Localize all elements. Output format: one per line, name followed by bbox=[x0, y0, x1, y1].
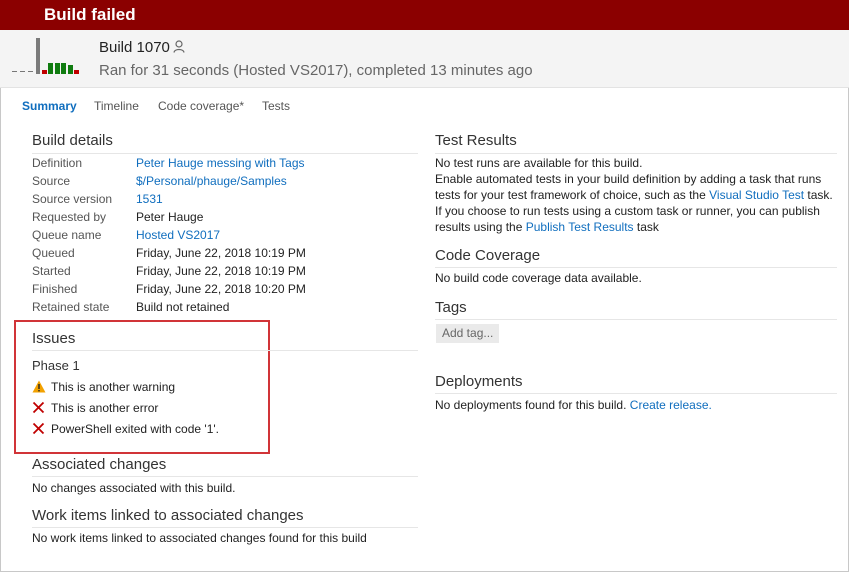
deployments-heading: Deployments bbox=[435, 373, 523, 390]
issues-heading: Issues bbox=[32, 330, 76, 347]
build-details-heading: Build details bbox=[32, 132, 113, 149]
detail-label: Started bbox=[32, 264, 71, 278]
error-icon bbox=[32, 422, 45, 435]
section-divider bbox=[32, 350, 418, 351]
build-history-chart[interactable] bbox=[12, 36, 82, 74]
history-bar-succeeded[interactable] bbox=[48, 63, 53, 74]
section-divider bbox=[32, 153, 418, 154]
section-divider bbox=[32, 527, 418, 528]
deployments-line: No deployments found for this build. Cre… bbox=[435, 397, 712, 413]
tags-heading: Tags bbox=[435, 299, 467, 316]
issues-phase: Phase 1 bbox=[32, 358, 80, 373]
history-bar-succeeded[interactable] bbox=[67, 65, 73, 74]
tab-tests[interactable]: Tests bbox=[262, 98, 290, 114]
section-divider bbox=[435, 267, 837, 268]
history-bar-current-failed[interactable] bbox=[36, 38, 40, 74]
create-release-link[interactable]: Create release. bbox=[630, 398, 712, 412]
person-icon bbox=[173, 40, 185, 53]
history-bar-succeeded[interactable] bbox=[61, 63, 66, 74]
test-results-line: results using the Publish Test Results t… bbox=[435, 219, 659, 235]
detail-label: Source bbox=[32, 174, 71, 188]
test-results-heading: Test Results bbox=[435, 132, 517, 149]
detail-label: Queue name bbox=[32, 228, 102, 242]
associated-changes-text: No changes associated with this build. bbox=[32, 481, 236, 495]
associated-changes-heading: Associated changes bbox=[32, 456, 167, 473]
code-coverage-text: No build code coverage data available. bbox=[435, 271, 642, 285]
tab-timeline[interactable]: Timeline bbox=[94, 98, 139, 114]
test-results-text: task bbox=[633, 220, 659, 234]
error-icon bbox=[32, 401, 45, 414]
code-coverage-heading: Code Coverage bbox=[435, 247, 541, 264]
detail-value: Build not retained bbox=[136, 300, 230, 314]
test-results-text: tests for your test framework of choice,… bbox=[435, 188, 710, 202]
section-divider bbox=[435, 153, 837, 154]
detail-value-link[interactable]: $/Personal/phauge/Samples bbox=[136, 173, 287, 189]
section-divider bbox=[435, 393, 837, 394]
issue-text: This is another error bbox=[51, 401, 159, 415]
test-results-line: tests for your test framework of choice,… bbox=[435, 187, 833, 203]
detail-value: Peter Hauge bbox=[136, 210, 204, 224]
work-items-text: No work items linked to associated chang… bbox=[32, 531, 367, 545]
visual-studio-test-link[interactable]: Visual Studio Test bbox=[709, 188, 804, 202]
test-results-text: results using the bbox=[435, 220, 526, 234]
tab-summary[interactable]: Summary bbox=[22, 98, 77, 114]
work-items-heading: Work items linked to associated changes bbox=[32, 507, 304, 524]
detail-value: Friday, June 22, 2018 10:20 PM bbox=[136, 282, 306, 296]
history-bar-failed[interactable] bbox=[41, 70, 47, 74]
history-placeholder bbox=[20, 71, 25, 72]
detail-value-link[interactable]: Hosted VS2017 bbox=[136, 227, 220, 243]
add-tag-button[interactable]: Add tag... bbox=[436, 324, 500, 343]
issue-text: This is another warning bbox=[51, 380, 176, 394]
detail-value: Friday, June 22, 2018 10:19 PM bbox=[136, 264, 306, 278]
test-results-line: Enable automated tests in your build def… bbox=[435, 172, 822, 186]
detail-label: Finished bbox=[32, 282, 78, 296]
detail-label: Queued bbox=[32, 246, 75, 260]
issue-text: PowerShell exited with code '1'. bbox=[51, 422, 220, 436]
deployments-text: No deployments found for this build. bbox=[435, 398, 630, 412]
detail-value-link[interactable]: Peter Hauge messing with Tags bbox=[136, 155, 305, 171]
detail-value: Friday, June 22, 2018 10:19 PM bbox=[136, 246, 306, 260]
warning-icon bbox=[32, 380, 46, 393]
test-results-line: No test runs are available for this buil… bbox=[435, 156, 643, 170]
publish-test-results-link[interactable]: Publish Test Results bbox=[526, 220, 634, 234]
test-results-line: If you choose to run tests using a custo… bbox=[435, 204, 820, 218]
build-number-text: Build 1070 bbox=[99, 39, 170, 56]
history-bar-failed[interactable] bbox=[74, 70, 79, 74]
test-results-text: task. bbox=[804, 188, 833, 202]
history-placeholder bbox=[12, 71, 17, 72]
detail-label: Retained state bbox=[32, 300, 110, 314]
tab-code-coverage[interactable]: Code coverage* bbox=[158, 98, 244, 114]
detail-label: Definition bbox=[32, 156, 83, 170]
detail-value-link[interactable]: 1531 bbox=[136, 191, 163, 207]
build-number: Build 1070 bbox=[99, 39, 185, 57]
detail-label: Source version bbox=[32, 192, 113, 206]
section-divider bbox=[435, 319, 837, 320]
history-placeholder bbox=[28, 71, 33, 72]
history-bar-succeeded[interactable] bbox=[54, 63, 60, 74]
build-run-summary: Ran for 31 seconds (Hosted VS2017), comp… bbox=[99, 62, 533, 79]
build-status-title: Build failed bbox=[44, 5, 136, 24]
detail-label: Requested by bbox=[32, 210, 107, 224]
build-status-banner: Build failed bbox=[0, 0, 849, 30]
section-divider bbox=[32, 476, 418, 477]
